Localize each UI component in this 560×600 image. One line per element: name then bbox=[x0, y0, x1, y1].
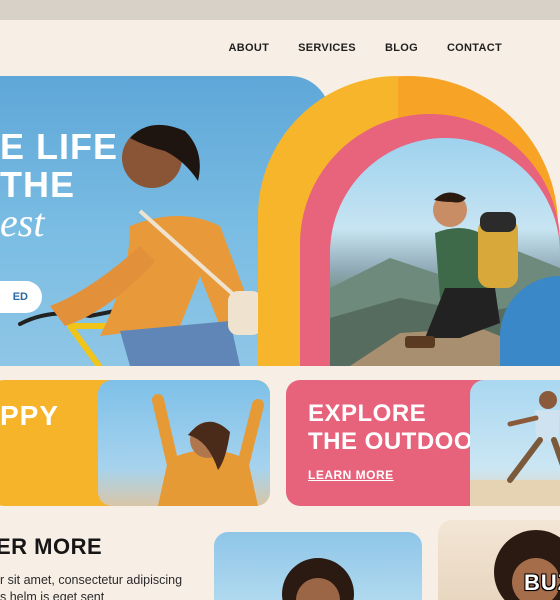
card-explore[interactable]: EXPLORE THE OUTDOORS LEARN MORE bbox=[286, 380, 560, 506]
section-heading: ER MORE bbox=[0, 534, 103, 559]
page: ABOUT SERVICES BLOG CONTACT E LIFE THE e… bbox=[0, 0, 560, 600]
nav-services[interactable]: SERVICES bbox=[298, 42, 356, 54]
hero-title-line2: THE bbox=[0, 164, 75, 205]
card-happy[interactable]: PPY bbox=[0, 380, 270, 506]
learn-more-link[interactable]: LEARN MORE bbox=[308, 468, 394, 482]
hero-cta-button[interactable]: ED bbox=[0, 281, 42, 313]
thumbnail-portrait-1[interactable] bbox=[214, 532, 422, 600]
card-explore-photo bbox=[470, 380, 560, 506]
hero-title: E LIFE THE est bbox=[0, 126, 119, 245]
nav-about[interactable]: ABOUT bbox=[229, 42, 270, 54]
body-text-line2: s helm is eget sent bbox=[0, 590, 105, 600]
woman-cheering-illustration bbox=[152, 394, 264, 506]
nav-blog[interactable]: BLOG bbox=[385, 42, 418, 54]
card-happy-title: PPY bbox=[0, 400, 60, 431]
hero-title-line3: est bbox=[0, 200, 45, 245]
watermark-logo: BUZ bbox=[524, 570, 560, 595]
card-happy-photo bbox=[98, 380, 270, 506]
woman-portrait-illustration bbox=[282, 558, 354, 600]
main-nav: ABOUT SERVICES BLOG CONTACT bbox=[229, 40, 503, 56]
hero-section: E LIFE THE est ED bbox=[0, 76, 560, 366]
runner-illustration bbox=[470, 391, 560, 506]
top-strip bbox=[0, 0, 560, 20]
hero-title-line1: E LIFE bbox=[0, 126, 119, 167]
section-body-text: r sit amet, consectetur adipiscing s hel… bbox=[0, 572, 210, 600]
body-text-line1: r sit amet, consectetur adipiscing bbox=[0, 573, 183, 587]
nav-contact[interactable]: CONTACT bbox=[447, 42, 502, 54]
